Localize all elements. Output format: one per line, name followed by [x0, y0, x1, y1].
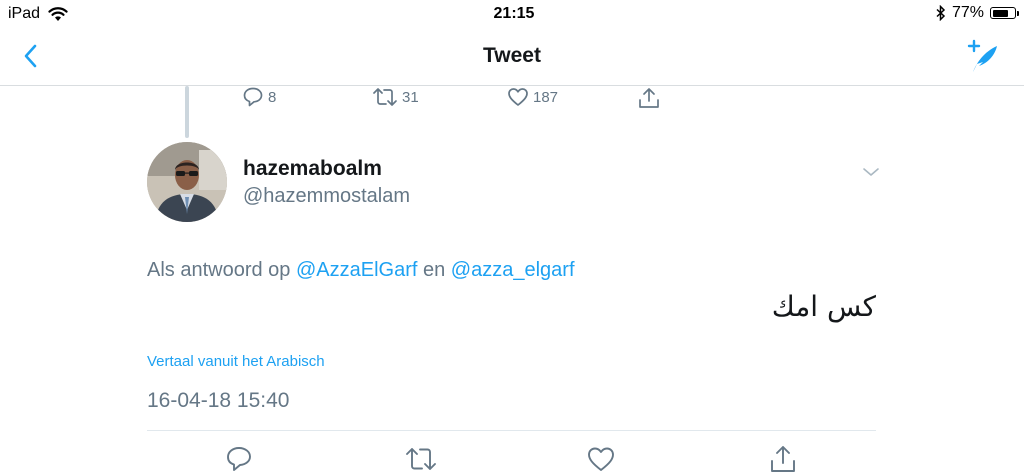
- reply-button[interactable]: [223, 444, 255, 474]
- reply-prefix: Als antwoord op: [147, 259, 296, 281]
- translate-tweet-link[interactable]: Vertaal vanuit het Arabisch: [147, 353, 325, 370]
- battery-level: [992, 9, 1008, 17]
- previous-reply-count: 8: [268, 88, 277, 106]
- mention-link-azzaelgarf[interactable]: @AzzaElGarf: [296, 259, 417, 281]
- status-bar: iPad 21:15 77%: [0, 0, 1024, 28]
- previous-retweet-count: 31: [402, 88, 419, 106]
- retweet-icon: [373, 88, 397, 106]
- page-title: Tweet: [483, 44, 541, 67]
- previous-retweet-button[interactable]: 31: [372, 86, 419, 108]
- share-icon: [639, 88, 659, 108]
- reply-joiner: en: [417, 259, 451, 281]
- battery-icon: [990, 7, 1019, 19]
- previous-share-button[interactable]: [637, 86, 661, 110]
- previous-tweet-actions: 8 31 187: [242, 86, 682, 110]
- reply-icon: [243, 87, 263, 107]
- divider: [147, 430, 876, 431]
- author-handle[interactable]: @hazemmostalam: [243, 185, 410, 208]
- compose-tweet-button[interactable]: [964, 38, 1002, 76]
- reply-icon: [227, 447, 251, 471]
- share-icon: [771, 446, 795, 472]
- author-display-name[interactable]: hazemaboalm: [243, 157, 382, 181]
- tweet-text: كس امك: [771, 290, 876, 323]
- chevron-down-icon: [863, 168, 879, 176]
- share-button[interactable]: [767, 444, 799, 474]
- mention-link-azza-elgarf[interactable]: @azza_elgarf: [451, 259, 575, 281]
- tweet-timestamp: 16-04-18 15:40: [147, 389, 290, 412]
- previous-like-button[interactable]: 187: [507, 86, 558, 108]
- avatar[interactable]: [147, 142, 227, 222]
- previous-like-count: 187: [533, 88, 559, 106]
- retweet-icon: [406, 448, 436, 470]
- heart-icon: [508, 88, 528, 106]
- status-time: 21:15: [493, 5, 535, 22]
- battery-percent: 77%: [951, 4, 984, 21]
- battery-cap: [1017, 11, 1019, 16]
- navigation-bar: Tweet: [0, 28, 1024, 86]
- avatar-photo: [147, 142, 227, 222]
- like-button[interactable]: [585, 444, 617, 474]
- thread-connector-line: [185, 86, 189, 138]
- previous-reply-button[interactable]: 8: [242, 86, 276, 108]
- reply-context: Als antwoord op @AzzaElGarf en @azza_elg…: [147, 259, 575, 282]
- bluetooth-icon: [936, 5, 946, 21]
- retweet-button[interactable]: [404, 444, 436, 474]
- heart-icon: [588, 447, 614, 471]
- status-right: 77%: [936, 4, 1019, 22]
- compose-quill-icon: [967, 39, 997, 72]
- tweet-actions: [147, 444, 876, 474]
- tweet-options-button[interactable]: [860, 162, 882, 182]
